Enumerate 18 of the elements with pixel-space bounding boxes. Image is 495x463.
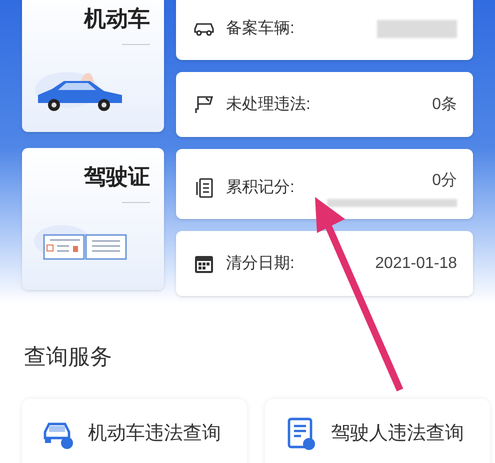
service-button[interactable]: 驾驶人违法查询 xyxy=(265,399,490,463)
info-card[interactable]: 清分日期: 2021-01-18 xyxy=(176,231,473,296)
card-title: 驾驶证 xyxy=(84,166,150,188)
info-card[interactable]: 备案车辆: xyxy=(176,0,473,60)
license-card[interactable]: 驾驶证 xyxy=(22,148,164,290)
info-value: 2021-01-18 xyxy=(375,254,457,274)
section-title: 查询服务 xyxy=(24,344,112,369)
info-value: 0条 xyxy=(432,94,457,114)
info-label: 未处理违法: xyxy=(226,94,310,114)
service-button[interactable]: 机动车违法查询 xyxy=(22,399,247,463)
info-value: 0分 xyxy=(432,171,457,191)
info-label: 清分日期: xyxy=(226,254,294,274)
info-card[interactable]: 未处理违法: 0条 xyxy=(176,72,473,137)
license-card[interactable]: 机动车 xyxy=(22,0,164,132)
card-title: 机动车 xyxy=(84,8,150,30)
info-card[interactable]: 累积记分: 0分 xyxy=(176,149,473,219)
info-label: 备案车辆: xyxy=(226,18,294,39)
info-label: 累积记分: xyxy=(226,178,294,198)
